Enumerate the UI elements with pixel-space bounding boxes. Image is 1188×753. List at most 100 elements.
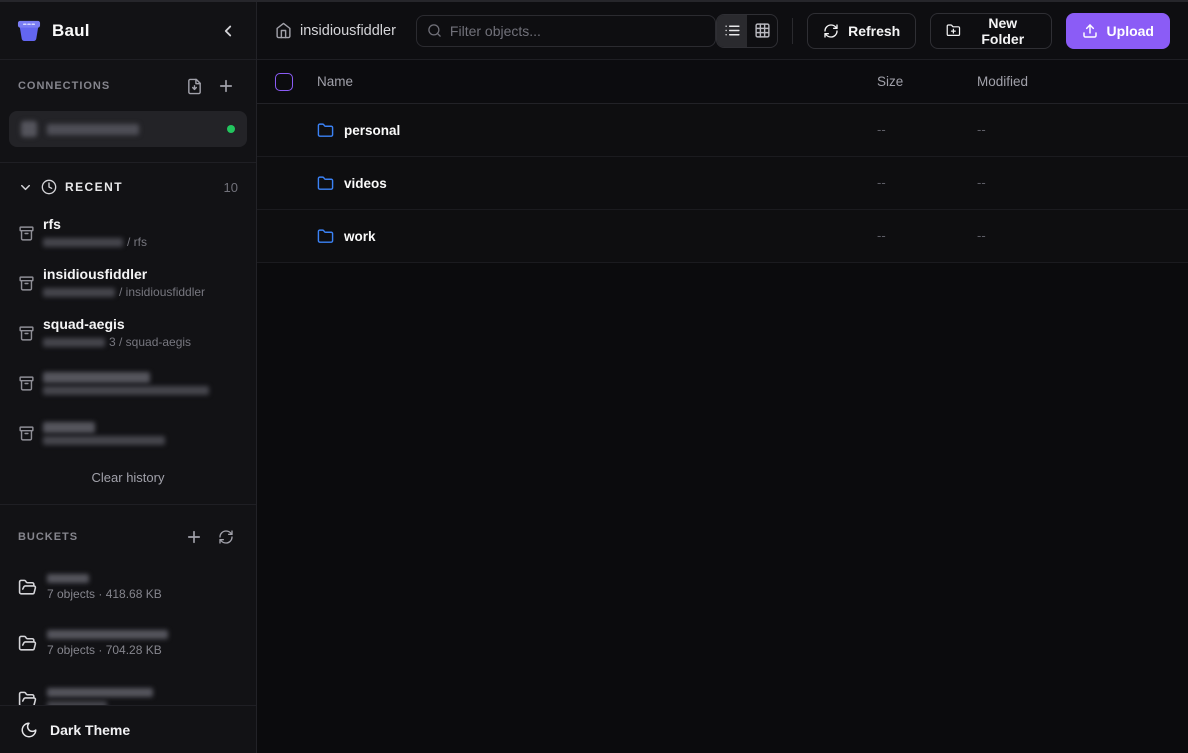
breadcrumb[interactable]: insidiousfiddler xyxy=(275,22,396,39)
recent-item-title: insidiousfiddler xyxy=(43,267,205,282)
connection-item[interactable] xyxy=(9,111,247,147)
bucket-meta: 7 objects · 704.28 KB xyxy=(47,643,168,657)
column-header-size: Size xyxy=(877,74,903,89)
connections-section: CONNECTIONS xyxy=(0,60,256,163)
moon-icon xyxy=(20,721,38,739)
file-import-icon xyxy=(186,78,203,95)
clear-history-button[interactable]: Clear history xyxy=(92,470,165,485)
refresh-icon xyxy=(218,529,234,545)
redacted-connection-name xyxy=(47,124,139,135)
main-panel: insidiousfiddler Refresh xyxy=(257,2,1188,753)
recent-item-path: / insidiousfiddler xyxy=(43,286,205,299)
empty-area xyxy=(257,263,1188,753)
recent-item-squad-aegis[interactable]: squad-aegis 3 / squad-aegis xyxy=(0,308,256,358)
recent-item-insidiousfiddler[interactable]: insidiousfiddler / insidiousfiddler xyxy=(0,258,256,308)
object-modified: -- xyxy=(977,228,986,243)
add-bucket-button[interactable] xyxy=(182,525,206,549)
baul-logo-icon xyxy=(16,19,42,43)
table-row-work[interactable]: work -- -- xyxy=(257,210,1188,263)
chevron-down-icon xyxy=(18,180,33,195)
object-name: work xyxy=(344,229,376,244)
folder-open-icon xyxy=(18,634,37,653)
bucket-meta: 7 objects · 418.68 KB xyxy=(47,587,162,601)
bucket-icon xyxy=(18,425,35,442)
redacted-text xyxy=(43,386,209,395)
refresh-buckets-button[interactable] xyxy=(214,525,238,549)
table-row-personal[interactable]: personal -- -- xyxy=(257,104,1188,157)
clock-icon xyxy=(41,179,57,195)
bucket-list: 7 objects · 418.68 KB 7 objects · 704.28… xyxy=(0,565,256,705)
object-modified: -- xyxy=(977,175,986,190)
folder-open-icon xyxy=(18,690,37,706)
redacted-text xyxy=(43,288,115,297)
filter-objects-input[interactable] xyxy=(450,23,705,39)
recent-item-redacted[interactable] xyxy=(0,358,256,408)
list-view-button[interactable] xyxy=(717,15,747,47)
new-folder-button[interactable]: New Folder xyxy=(930,13,1051,49)
bucket-icon xyxy=(18,325,35,342)
bucket-item[interactable] xyxy=(0,677,256,705)
logo-row: Baul xyxy=(0,2,256,60)
folder-plus-icon xyxy=(946,22,961,39)
connections-title: CONNECTIONS xyxy=(18,80,182,92)
bucket-item[interactable]: 7 objects · 418.68 KB xyxy=(0,565,256,609)
app-title: Baul xyxy=(52,21,216,41)
recent-section: RECENT 10 rfs / rfs insidiousfi xyxy=(0,163,256,505)
objects-table-header: Name Size Modified xyxy=(257,60,1188,104)
list-view-icon xyxy=(724,22,741,39)
bucket-icon xyxy=(18,275,35,292)
topbar-actions: Refresh New Folder Upload xyxy=(716,13,1170,49)
sidebar-collapse-button[interactable] xyxy=(216,19,240,43)
recent-header[interactable]: RECENT 10 xyxy=(0,179,256,195)
column-header-name: Name xyxy=(317,74,353,89)
recent-item-title: squad-aegis xyxy=(43,317,191,332)
redacted-bucket-name xyxy=(47,688,153,697)
view-toggle xyxy=(716,14,778,48)
search-icon xyxy=(427,23,442,38)
redacted-connection-icon xyxy=(21,121,37,137)
recent-item-path: 3 / squad-aegis xyxy=(43,336,191,349)
connection-online-dot xyxy=(227,125,235,133)
bucket-icon xyxy=(18,225,35,242)
add-connection-button[interactable] xyxy=(214,74,238,98)
folder-open-icon xyxy=(18,578,37,597)
redacted-text xyxy=(43,338,105,347)
recent-count-badge: 10 xyxy=(224,180,238,195)
home-icon xyxy=(275,22,292,39)
redacted-bucket-name xyxy=(47,630,168,639)
folder-icon xyxy=(317,122,334,139)
redacted-text xyxy=(43,436,165,445)
refresh-icon xyxy=(823,23,839,39)
object-size: -- xyxy=(877,175,886,190)
bucket-item[interactable]: 7 objects · 704.28 KB xyxy=(0,621,256,665)
toolbar-divider xyxy=(792,18,793,44)
object-modified: -- xyxy=(977,122,986,137)
folder-icon xyxy=(317,175,334,192)
bucket-icon xyxy=(18,375,35,392)
app-window: Baul CONNECTIONS xyxy=(0,2,1188,753)
theme-toggle[interactable]: Dark Theme xyxy=(0,705,256,753)
table-row-videos[interactable]: videos -- -- xyxy=(257,157,1188,210)
grid-view-icon xyxy=(754,22,771,39)
select-all-checkbox[interactable] xyxy=(275,73,293,91)
plus-icon xyxy=(217,77,235,95)
object-size: -- xyxy=(877,228,886,243)
grid-view-button[interactable] xyxy=(747,15,777,47)
connections-header: CONNECTIONS xyxy=(0,74,256,98)
sidebar: Baul CONNECTIONS xyxy=(0,2,257,753)
buckets-section: BUCKETS 7 o xyxy=(0,505,256,705)
recent-item-redacted[interactable] xyxy=(0,408,256,458)
refresh-button[interactable]: Refresh xyxy=(807,13,916,49)
sidebar-scroll-area[interactable]: CONNECTIONS xyxy=(0,60,256,705)
buckets-title: BUCKETS xyxy=(18,531,182,543)
redacted-bucket-meta xyxy=(47,701,107,705)
object-name: videos xyxy=(344,176,387,191)
recent-item-rfs[interactable]: rfs / rfs xyxy=(0,208,256,258)
upload-button[interactable]: Upload xyxy=(1066,13,1170,49)
folder-icon xyxy=(317,228,334,245)
redacted-text xyxy=(43,238,123,247)
recent-list: rfs / rfs insidiousfiddler / insidiousfi… xyxy=(0,208,256,458)
import-connection-button[interactable] xyxy=(182,74,206,98)
redacted-bucket-name xyxy=(47,574,89,583)
plus-icon xyxy=(185,528,203,546)
